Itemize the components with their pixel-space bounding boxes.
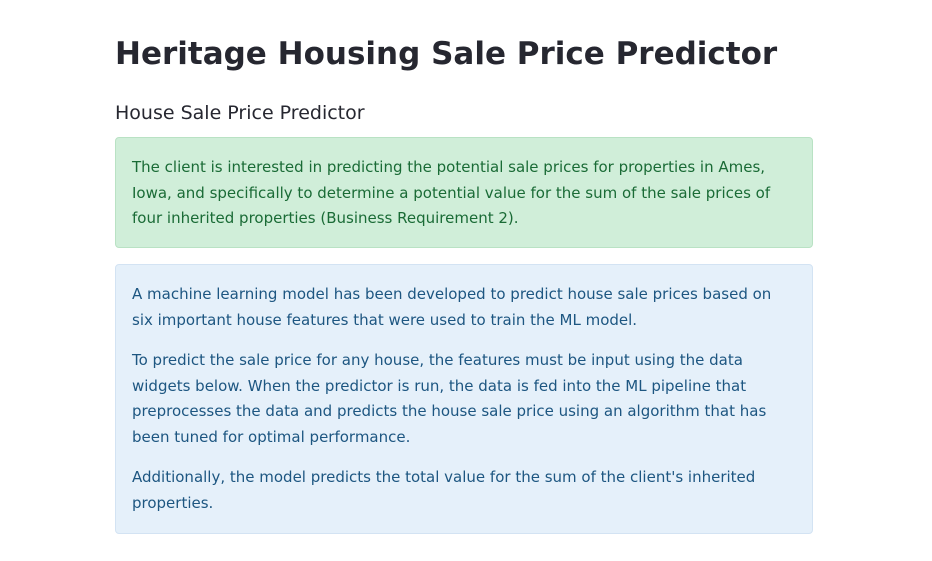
info-paragraph-usage: To predict the sale price for any house,… <box>132 351 767 446</box>
success-alert-text: The client is interested in predicting t… <box>132 158 771 227</box>
app-title: Heritage Housing Sale Price Predictor <box>115 36 778 72</box>
success-alert: The client is interested in predicting t… <box>115 137 813 248</box>
info-paragraph-model: A machine learning model has been develo… <box>132 285 772 329</box>
page: Heritage Housing Sale Price Predictor Ho… <box>0 0 932 561</box>
info-paragraph-total: Additionally, the model predicts the tot… <box>132 468 756 512</box>
info-alert: A machine learning model has been develo… <box>115 264 813 534</box>
section-title: House Sale Price Predictor <box>115 102 365 124</box>
